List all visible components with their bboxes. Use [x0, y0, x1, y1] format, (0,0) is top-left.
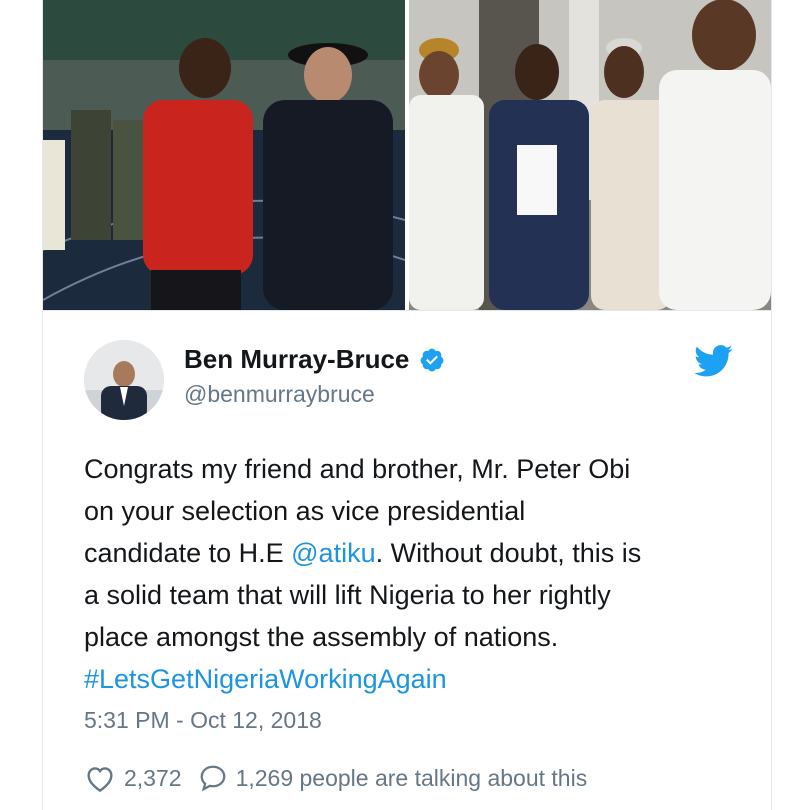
tweet-text: Congrats my friend and brother, Mr. Pete…: [84, 448, 754, 700]
tweet-text-segment: . Without doubt, this is: [375, 538, 642, 568]
tweet-text-line: on your selection as vice presidential: [84, 490, 754, 532]
tweet-text-line: place amongst the assembly of nations.: [84, 616, 754, 658]
tweet-text-line: #LetsGetNigeriaWorkingAgain: [84, 658, 754, 700]
tweet-timestamp[interactable]: 5:31 PM - Oct 12, 2018: [84, 707, 322, 734]
tweet-embed: Ben Murray-Bruce @benmurraybruce Congrat…: [0, 0, 810, 810]
verified-badge-icon: [421, 348, 444, 371]
talking-count[interactable]: 1,269 people are talking about this: [236, 765, 588, 792]
engagement-bar: 2,372 1,269 people are talking about thi…: [84, 760, 587, 796]
media-photo-stadium[interactable]: [43, 0, 405, 310]
tweet-text-segment: candidate to H.E: [84, 538, 292, 568]
media-divider: [43, 310, 771, 311]
hashtag-link[interactable]: #LetsGetNigeriaWorkingAgain: [84, 664, 447, 694]
tweet-text-line: Congrats my friend and brother, Mr. Pete…: [84, 448, 754, 490]
comment-icon[interactable]: [198, 763, 228, 793]
like-count[interactable]: 2,372: [124, 765, 182, 792]
media-photo-office[interactable]: [409, 0, 771, 310]
mention-link[interactable]: @atiku: [291, 538, 375, 568]
author-name-text[interactable]: Ben Murray-Bruce: [184, 344, 409, 375]
tweet-media: [43, 0, 771, 310]
tweet-text-segment: a solid team that will lift Nigeria to h…: [84, 580, 611, 610]
author-name[interactable]: Ben Murray-Bruce: [184, 344, 445, 375]
tweet-text-line: candidate to H.E @atiku. Without doubt, …: [84, 532, 754, 574]
twitter-bird-icon[interactable]: [694, 345, 734, 377]
heart-icon[interactable]: [84, 763, 116, 793]
tweet-text-segment: place amongst the assembly of nations.: [84, 622, 559, 652]
author-avatar[interactable]: [84, 340, 164, 420]
author-handle[interactable]: @benmurraybruce: [184, 381, 375, 408]
card-border-right: [771, 0, 772, 810]
tweet-text-segment: Congrats my friend and brother, Mr. Pete…: [84, 454, 631, 484]
tweet-text-segment: on your selection as vice presidential: [84, 496, 526, 526]
tweet-text-line: a solid team that will lift Nigeria to h…: [84, 574, 754, 616]
